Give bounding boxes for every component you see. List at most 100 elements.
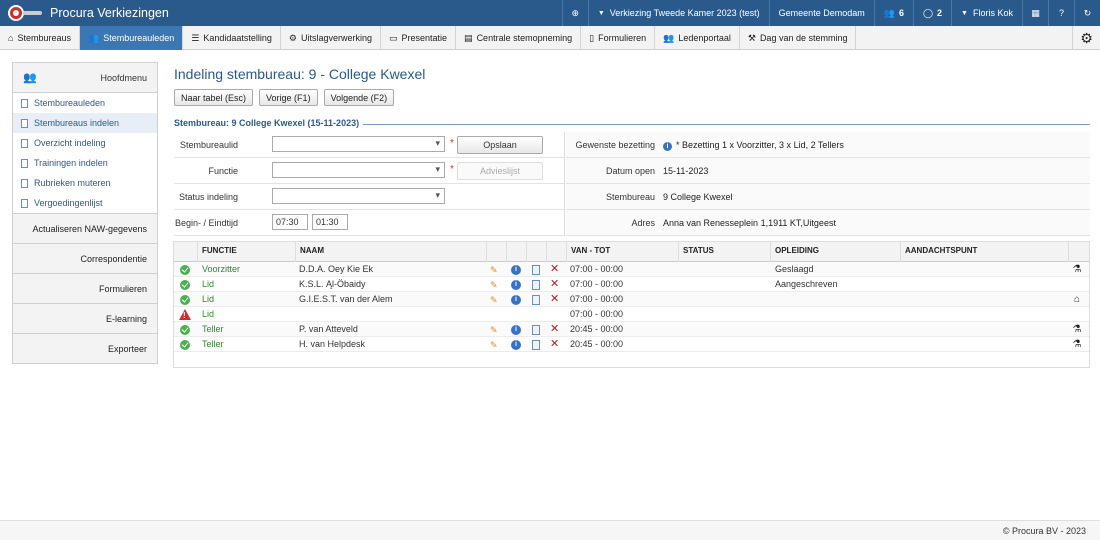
microscope-icon[interactable]: ⚗	[1071, 264, 1083, 276]
header-aandachtspunt[interactable]: AANDACHTSPUNT	[900, 242, 1068, 262]
info-icon[interactable]: i	[511, 325, 521, 335]
sidebar-item-vergoedingenlijst[interactable]: Vergoedingenlijst	[13, 193, 157, 213]
header-opleiding[interactable]: OPLEIDING	[770, 242, 900, 262]
municipality-selector[interactable]: Gemeente Demodam	[768, 0, 874, 26]
header-actions	[1068, 242, 1089, 262]
tab-label: Uitslagverwerking	[300, 33, 372, 43]
info-icon[interactable]: i	[511, 280, 521, 290]
caret-down-icon: ▼	[597, 9, 605, 17]
sidebar-section-actualiseren[interactable]: Actualiseren NAW-gegevens	[13, 213, 157, 243]
end-time-input[interactable]: 01:30	[312, 214, 348, 230]
row-time: Begin- / Eindtijd	[174, 210, 564, 236]
pencil-icon[interactable]: ✎	[490, 295, 500, 305]
people-button[interactable]: 👥 6	[873, 0, 913, 26]
delete-x-icon[interactable]: ✕	[550, 323, 562, 335]
refresh-icon[interactable]: ↻	[1074, 0, 1100, 26]
header-tijd[interactable]: VAN - TOT	[566, 242, 678, 262]
begin-time-input[interactable]: 07:30	[272, 214, 308, 230]
gear-icon[interactable]: ⚙	[1072, 26, 1100, 50]
copyright: © Procura BV - 2023	[1002, 526, 1086, 536]
election-selector[interactable]: ▼ Verkiezing Tweede Kamer 2023 (test)	[587, 0, 769, 26]
map-icon[interactable]: ⊕	[561, 0, 588, 26]
microscope-icon[interactable]: ⚗	[1071, 339, 1083, 351]
sidebar-item-stembureaus-indelen[interactable]: Stembureaus indelen	[13, 113, 157, 133]
school-icon[interactable]: ⌂	[1071, 294, 1083, 306]
table-row[interactable]: Lid G.I.E.S.T. van der Alem ✎ i ✕ 07:00 …	[174, 292, 1089, 307]
check-circle-icon	[180, 280, 190, 290]
messages-button[interactable]: ◯ 2	[912, 0, 951, 26]
delete-x-icon[interactable]: ✕	[550, 338, 562, 350]
header-functie[interactable]: FUNCTIE	[197, 242, 295, 262]
table-row[interactable]: Lid 07:00 - 00:00	[174, 307, 1089, 322]
pencil-icon[interactable]: ✎	[490, 340, 500, 350]
sidebar-section-label: Exporteer	[107, 343, 147, 354]
header-status-icon	[174, 242, 197, 262]
sidebar-section-correspondentie[interactable]: Correspondentie	[13, 243, 157, 273]
next-button[interactable]: Volgende (F2)	[323, 89, 395, 106]
calendar-icon[interactable]: ▦	[1022, 0, 1048, 26]
table-row[interactable]: Teller P. van Atteveld ✎ i ✕ 20:45 - 00:…	[174, 322, 1089, 337]
bezetting-label: Gewenste bezetting	[575, 140, 655, 150]
sidebar-item-trainingen-indelen[interactable]: Trainingen indelen	[13, 153, 157, 173]
tab-ledenportaal[interactable]: 👥 Ledenportaal	[655, 26, 740, 50]
info-icon[interactable]: i	[511, 265, 521, 275]
document-icon[interactable]	[532, 340, 540, 350]
status-select[interactable]	[272, 188, 445, 204]
people-icon: 👥	[883, 7, 895, 18]
sidebar-section-exporteer[interactable]: Exporteer	[13, 333, 157, 363]
bezetting-value: * Bezetting 1 x Voorzitter, 3 x Lid, 2 T…	[676, 140, 844, 150]
pencil-icon[interactable]: ✎	[490, 325, 500, 335]
sidebar-section-formulieren[interactable]: Formulieren	[13, 273, 157, 303]
brand[interactable]: Procura Verkiezingen	[0, 0, 562, 26]
tab-dag-van-de-stemming[interactable]: ⚒ Dag van de stemming	[740, 26, 857, 50]
header-status[interactable]: STATUS	[678, 242, 770, 262]
stembureaulid-select[interactable]	[272, 136, 445, 152]
back-to-table-button[interactable]: Naar tabel (Esc)	[174, 89, 254, 106]
delete-x-icon[interactable]: ✕	[550, 278, 562, 290]
delete-x-icon[interactable]: ✕	[550, 263, 562, 275]
tab-label: Kandidaatstelling	[203, 33, 272, 43]
info-icon[interactable]: i	[511, 340, 521, 350]
tab-stembureauleden[interactable]: 👥 Stembureauleden	[79, 26, 184, 50]
tab-label: Centrale stemopneming	[476, 33, 573, 43]
advice-list-button[interactable]: Advieslijst	[457, 162, 543, 180]
pencil-icon[interactable]: ✎	[490, 280, 500, 290]
delete-x-icon[interactable]: ✕	[550, 293, 562, 305]
info-icon[interactable]: i	[663, 142, 672, 151]
table-row[interactable]: Teller H. van Helpdesk ✎ i ✕ 20:45 - 00:…	[174, 337, 1089, 352]
header-naam[interactable]: NAAM	[295, 242, 486, 262]
sidebar-item-rubrieken-muteren[interactable]: Rubrieken muteren	[13, 173, 157, 193]
sidebar-item-stembureauleden[interactable]: Stembureauleden	[13, 93, 157, 113]
tab-presentatie[interactable]: ▭ Presentatie	[381, 26, 457, 50]
people-icon: 👥	[87, 32, 100, 43]
help-button[interactable]: ?	[1048, 0, 1074, 26]
pencil-icon[interactable]: ✎	[490, 265, 500, 275]
functie-select[interactable]	[272, 162, 445, 178]
sidebar-item-overzicht-indeling[interactable]: Overzicht indeling	[13, 133, 157, 153]
cell-naam: H. van Helpdesk	[299, 339, 366, 349]
save-button[interactable]: Opslaan	[457, 136, 543, 154]
sidebar-section-e-learning[interactable]: E-learning	[13, 303, 157, 333]
caret-down-icon: ▼	[961, 9, 968, 17]
document-icon[interactable]	[532, 265, 540, 275]
microscope-icon[interactable]: ⚗	[1071, 324, 1083, 336]
check-circle-icon	[180, 295, 190, 305]
document-icon	[21, 138, 28, 148]
table-row[interactable]: Voorzitter D.D.A. Oey Kie Ek ✎ i ✕ 07:00…	[174, 262, 1089, 277]
previous-button[interactable]: Vorige (F1)	[259, 89, 318, 106]
app-title: Procura Verkiezingen	[50, 6, 169, 20]
sidebar-header[interactable]: 👥 Hoofdmenu	[13, 63, 157, 93]
tab-centrale-stemopneming[interactable]: ▤ Centrale stemopneming	[456, 26, 582, 50]
document-icon[interactable]	[532, 295, 540, 305]
document-icon[interactable]	[532, 325, 540, 335]
document-icon[interactable]	[532, 280, 540, 290]
info-icon[interactable]: i	[511, 295, 521, 305]
table-row[interactable]: Lid K.S.L. Ąl-Öbaidy ✎ i ✕ 07:00 - 00:00…	[174, 277, 1089, 292]
cell-tijd: 07:00 - 00:00	[570, 309, 624, 319]
tab-formulieren[interactable]: ▯ Formulieren	[581, 26, 656, 50]
tab-uitslagverwerking[interactable]: ⚙ Uitslagverwerking	[281, 26, 381, 50]
user-menu[interactable]: ▼ Floris Kok	[951, 0, 1022, 26]
tab-stembureaus[interactable]: ⌂ Stembureaus	[0, 26, 80, 50]
datum-label: Datum open	[605, 166, 655, 176]
tab-kandidaatstelling[interactable]: ☰ Kandidaatstelling	[183, 26, 281, 50]
